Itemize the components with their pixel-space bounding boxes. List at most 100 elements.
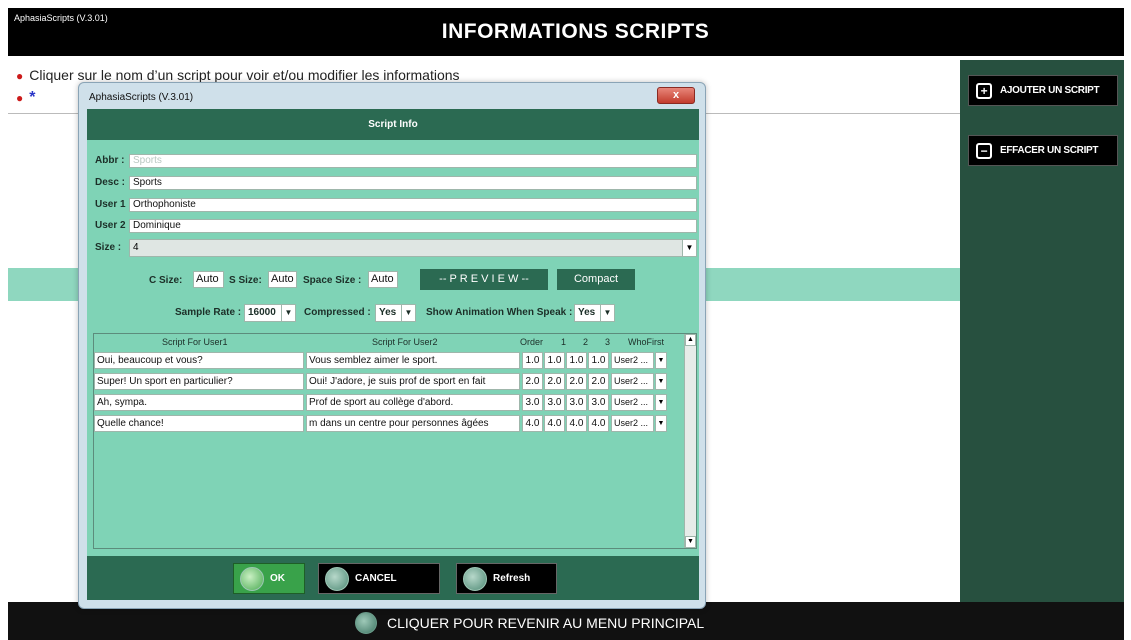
dialog-footer: OK CANCEL Refresh xyxy=(87,556,699,600)
add-script-button[interactable]: + AJOUTER UN SCRIPT xyxy=(968,75,1118,106)
chevron-down-icon[interactable]: ▼ xyxy=(655,415,667,432)
sample-rate-value: 16000 xyxy=(248,307,276,318)
preview-button[interactable]: -- P R E V I E W -- xyxy=(420,269,548,290)
user1-script-cell[interactable]: Ah, sympa. xyxy=(94,394,304,411)
col2-cell[interactable]: 3.0 xyxy=(566,394,587,411)
app-root: AphasiaScripts (V.3.01) INFORMATIONS SCR… xyxy=(0,0,1131,640)
user1-script-cell[interactable]: Super! Un sport en particulier? xyxy=(94,373,304,390)
return-main-menu-button[interactable]: CLIQUER POUR REVENIR AU MENU PRINCIPAL xyxy=(355,612,704,634)
column-header-2: 2 xyxy=(583,337,589,347)
chevron-down-icon[interactable]: ▼ xyxy=(655,373,667,390)
col3-cell[interactable]: 3.0 xyxy=(588,394,609,411)
instruction-line: ● Cliquer sur le nom d’un script pour voi… xyxy=(16,67,460,83)
size-select[interactable]: 4 ▼ xyxy=(129,239,697,257)
whofirst-cell[interactable]: User2 ... xyxy=(611,394,654,411)
user1-script-cell[interactable]: Oui, beaucoup et vous? xyxy=(94,352,304,369)
c-size-label: C Size: xyxy=(149,275,183,286)
col2-cell[interactable]: 1.0 xyxy=(566,352,587,369)
table-row: Ah, sympa. Prof de sport au collège d'ab… xyxy=(94,394,694,412)
user2-script-cell[interactable]: m dans un centre pour personnes âgées xyxy=(306,415,520,432)
s-size-input[interactable]: Auto xyxy=(268,271,297,288)
audio-options-row: Sample Rate : 16000 ▼ Compressed : Yes ▼… xyxy=(87,301,699,323)
right-sidebar: + AJOUTER UN SCRIPT − EFFACER UN SCRIPT xyxy=(960,60,1124,602)
col1-cell[interactable]: 3.0 xyxy=(544,394,565,411)
chevron-down-icon[interactable]: ▼ xyxy=(281,305,295,321)
whofirst-cell[interactable]: User2 ... xyxy=(611,373,654,390)
add-script-label: AJOUTER UN SCRIPT xyxy=(1000,85,1100,96)
column-header-3: 3 xyxy=(605,337,611,347)
s-size-label: S Size: xyxy=(229,275,262,286)
dialog-header: Script Info xyxy=(87,109,699,140)
abbr-label: Abbr : xyxy=(95,155,125,166)
show-animation-select[interactable]: Yes ▼ xyxy=(574,304,615,322)
user2-field[interactable]: Dominique xyxy=(129,219,697,233)
compressed-select[interactable]: Yes ▼ xyxy=(375,304,416,322)
chevron-down-icon[interactable]: ▼ xyxy=(401,305,415,321)
col3-cell[interactable]: 2.0 xyxy=(588,373,609,390)
orb-icon xyxy=(463,566,487,591)
col1-cell[interactable]: 4.0 xyxy=(544,415,565,432)
order-cell[interactable]: 1.0 xyxy=(522,352,543,369)
abbr-field[interactable]: Sports xyxy=(129,154,697,168)
user1-label: User 1 : xyxy=(95,199,132,210)
bullet-icon: ● xyxy=(16,69,24,83)
table-row: Quelle chance! m dans un centre pour per… xyxy=(94,415,694,433)
compact-button[interactable]: Compact xyxy=(557,269,635,290)
user2-script-cell[interactable]: Oui! J'adore, je suis prof de sport en f… xyxy=(306,373,520,390)
orb-icon xyxy=(325,566,349,591)
user1-field[interactable]: Orthophoniste xyxy=(129,198,697,212)
ok-label: OK xyxy=(270,573,285,584)
desc-field[interactable]: Sports xyxy=(129,176,697,190)
user2-label: User 2 : xyxy=(95,220,132,231)
user2-script-cell[interactable]: Vous semblez aimer le sport. xyxy=(306,352,520,369)
close-button[interactable]: x xyxy=(657,87,695,104)
return-main-menu-label: CLIQUER POUR REVENIR AU MENU PRINCIPAL xyxy=(387,615,705,631)
order-cell[interactable]: 3.0 xyxy=(522,394,543,411)
ok-button[interactable]: OK xyxy=(233,563,305,594)
space-size-input[interactable]: Auto xyxy=(368,271,398,288)
col2-cell[interactable]: 2.0 xyxy=(566,373,587,390)
whofirst-cell[interactable]: User2 ... xyxy=(611,415,654,432)
col3-cell[interactable]: 4.0 xyxy=(588,415,609,432)
column-header-order: Order xyxy=(520,337,544,347)
order-cell[interactable]: 4.0 xyxy=(522,415,543,432)
user1-script-cell[interactable]: Quelle chance! xyxy=(94,415,304,432)
col3-cell[interactable]: 1.0 xyxy=(588,352,609,369)
chevron-down-icon[interactable]: ▼ xyxy=(655,352,667,369)
size-label: Size : xyxy=(95,242,122,253)
show-animation-label: Show Animation When Speak : xyxy=(426,307,573,318)
orb-icon xyxy=(355,612,377,634)
dialog-body: Script Info Abbr : Sports Desc : Sports … xyxy=(87,109,699,600)
scroll-down-icon[interactable]: ▼ xyxy=(685,536,696,548)
refresh-button[interactable]: Refresh xyxy=(456,563,557,594)
col2-cell[interactable]: 4.0 xyxy=(566,415,587,432)
scroll-up-icon[interactable]: ▲ xyxy=(685,334,696,346)
sample-rate-label: Sample Rate : xyxy=(175,307,242,318)
chevron-down-icon[interactable]: ▼ xyxy=(682,240,696,256)
column-header-user1: Script For User1 xyxy=(162,337,228,347)
compressed-value: Yes xyxy=(379,307,397,318)
table-scrollbar[interactable]: ▲ ▼ xyxy=(684,334,696,548)
minus-icon: − xyxy=(976,142,992,159)
table-row: Super! Un sport en particulier? Oui! J'a… xyxy=(94,373,694,391)
dialog-title: AphasiaScripts (V.3.01) xyxy=(89,92,194,103)
whofirst-cell[interactable]: User2 ... xyxy=(611,352,654,369)
user2-script-cell[interactable]: Prof de sport au collège d'abord. xyxy=(306,394,520,411)
chevron-down-icon[interactable]: ▼ xyxy=(655,394,667,411)
cancel-button[interactable]: CANCEL xyxy=(318,563,440,594)
cancel-label: CANCEL xyxy=(355,573,397,584)
show-animation-value: Yes xyxy=(578,307,596,318)
order-cell[interactable]: 2.0 xyxy=(522,373,543,390)
compressed-label: Compressed : xyxy=(304,307,371,318)
sample-rate-select[interactable]: 16000 ▼ xyxy=(244,304,296,322)
desc-label: Desc : xyxy=(95,177,126,188)
column-header-1: 1 xyxy=(561,337,567,347)
chevron-down-icon[interactable]: ▼ xyxy=(600,305,614,321)
col1-cell[interactable]: 1.0 xyxy=(544,352,565,369)
delete-script-button[interactable]: − EFFACER UN SCRIPT xyxy=(968,135,1118,166)
c-size-input[interactable]: Auto xyxy=(193,271,224,288)
asterisk-icon: * xyxy=(29,89,36,106)
page-title: INFORMATIONS SCRIPTS xyxy=(441,20,710,43)
col1-cell[interactable]: 2.0 xyxy=(544,373,565,390)
instruction-text: Cliquer sur le nom d’un script pour voir… xyxy=(29,67,460,83)
